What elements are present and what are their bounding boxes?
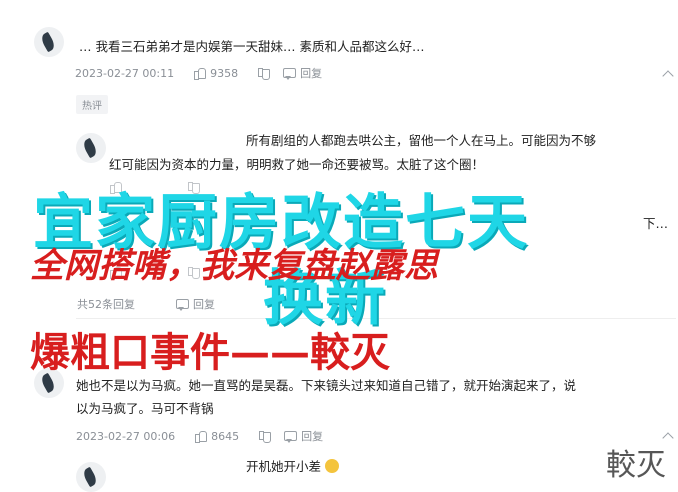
overlay-red-line1: 全网搭嘴，我来复盘赵露思 — [30, 246, 438, 286]
dislike-icon[interactable] — [257, 429, 272, 443]
comment-meta: 2023-02-27 00:11 9358 回复 — [75, 65, 322, 81]
avatar[interactable] — [76, 462, 106, 492]
comment-text-line1: 她也不是以为马疯。她一直骂的是吴磊。下来镜头过来知道自己错了，就开始演起来了，说 — [76, 378, 577, 393]
like-count: 9358 — [210, 66, 239, 80]
collapse-chevron-icon[interactable] — [662, 70, 674, 82]
watermark: 較灭 — [606, 448, 666, 483]
avatar-feather-icon — [81, 137, 99, 159]
reply-button[interactable]: 回复 — [193, 296, 215, 312]
replies-row: 共52条回复 回复 — [77, 296, 215, 312]
avatar[interactable] — [34, 27, 64, 57]
comment-text-line2: 红可能因为资本的力量，明明救了她一命还要被骂。太脏了这个圈！ — [109, 157, 485, 172]
avatar-feather-icon — [81, 466, 99, 488]
comment-time: 2023-02-27 00:06 — [76, 429, 176, 443]
replies-count[interactable]: 共52条回复 — [77, 296, 135, 312]
comment-text-line1: 所有剧组的人都跑去哄公主，留他一个人在马上。可能因为不够 — [246, 133, 597, 148]
hot-comment-tag: 热评 — [76, 95, 108, 114]
smile-emoji-icon — [325, 459, 339, 473]
comment-meta: 2023-02-27 00:06 8645 回复 — [76, 428, 323, 444]
comment-time: 2023-02-27 00:11 — [75, 66, 175, 80]
reply-button[interactable]: 回复 — [301, 428, 323, 444]
comment-text-partial: 下… — [643, 216, 669, 231]
comment-text-line2: 以为马疯了。马可不背锅 — [76, 401, 214, 416]
comment-text: … 我看三石弟弟才是内娱第一天甜妹… 素质和人品都这么好… — [79, 39, 425, 54]
reply-icon[interactable] — [283, 429, 298, 443]
overlay-red-line2: 爆粗口事件——較灭 — [30, 329, 390, 376]
comment-text-content: 开机她开小差 — [246, 459, 322, 474]
reply-icon[interactable] — [175, 297, 189, 311]
avatar-feather-icon — [39, 31, 57, 53]
comment-text: 开机她开小差 — [246, 456, 339, 478]
like-icon[interactable] — [193, 429, 208, 443]
reply-icon[interactable] — [282, 66, 297, 80]
like-count: 8645 — [211, 429, 240, 443]
reply-button[interactable]: 回复 — [300, 65, 322, 81]
avatar[interactable] — [76, 133, 106, 163]
dislike-icon[interactable] — [256, 66, 271, 80]
like-icon[interactable] — [192, 66, 207, 80]
